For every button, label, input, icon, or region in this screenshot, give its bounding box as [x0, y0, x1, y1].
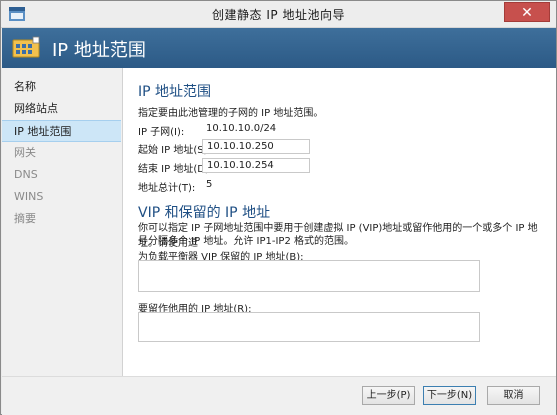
window-title: 创建静态 IP 地址池向导	[212, 8, 345, 22]
start-ip-label: 起始 IP 地址(S):	[138, 145, 211, 156]
ip-range-heading: IP 地址范围	[138, 84, 212, 100]
total-addresses-value: 5	[206, 179, 213, 190]
button-bar: 上一步(P) 下一步(N) 取消	[2, 376, 556, 415]
subnet-label: IP 子网(I):	[138, 127, 185, 138]
content-pane: IP 地址范围 指定要由此池管理的子网的 IP 地址范围。 IP 子网(I): …	[123, 68, 556, 376]
reserved-addresses-input[interactable]	[138, 312, 480, 342]
close-button[interactable]: ✕	[504, 2, 550, 22]
start-ip-field[interactable]	[202, 139, 310, 154]
nav-item-network-site[interactable]: 网络站点	[2, 98, 121, 120]
wizard-window: 创建静态 IP 地址池向导 ✕ IP 地址范围 名称 网络站点 IP 地址范围 …	[0, 0, 557, 415]
subnet-value: 10.10.10.0/24	[206, 123, 277, 134]
total-addresses-label: 地址总计(T):	[138, 183, 196, 194]
nav-item-ip-range[interactable]: IP 地址范围	[2, 120, 121, 142]
ip-range-description: 指定要由此池管理的子网的 IP 地址范围。	[138, 108, 324, 119]
previous-button[interactable]: 上一步(P)	[362, 386, 415, 405]
nav-item-summary: 摘要	[14, 212, 36, 225]
vip-description-line2: 号分隔多个 IP 地址。允许 IP1-IP2 格式的范围。	[138, 236, 354, 247]
title-bar[interactable]: 创建静态 IP 地址池向导 ✕	[1, 1, 556, 28]
nav-item-dns: DNS	[14, 168, 38, 181]
wizard-nav: 名称 网络站点 IP 地址范围 网关 DNS WINS 摘要	[2, 68, 123, 376]
next-button[interactable]: 下一步(N)	[423, 386, 476, 405]
page-title: IP 地址范围	[52, 40, 146, 61]
nav-item-wins: WINS	[14, 190, 44, 203]
vip-addresses-input[interactable]	[138, 260, 480, 292]
ip-pool-icon	[12, 36, 40, 58]
nav-item-gateway: 网关	[14, 146, 36, 159]
header-banner: IP 地址范围	[2, 28, 556, 68]
end-ip-field[interactable]	[202, 158, 310, 173]
nav-item-name[interactable]: 名称	[2, 76, 121, 98]
cancel-button[interactable]: 取消	[487, 386, 540, 405]
